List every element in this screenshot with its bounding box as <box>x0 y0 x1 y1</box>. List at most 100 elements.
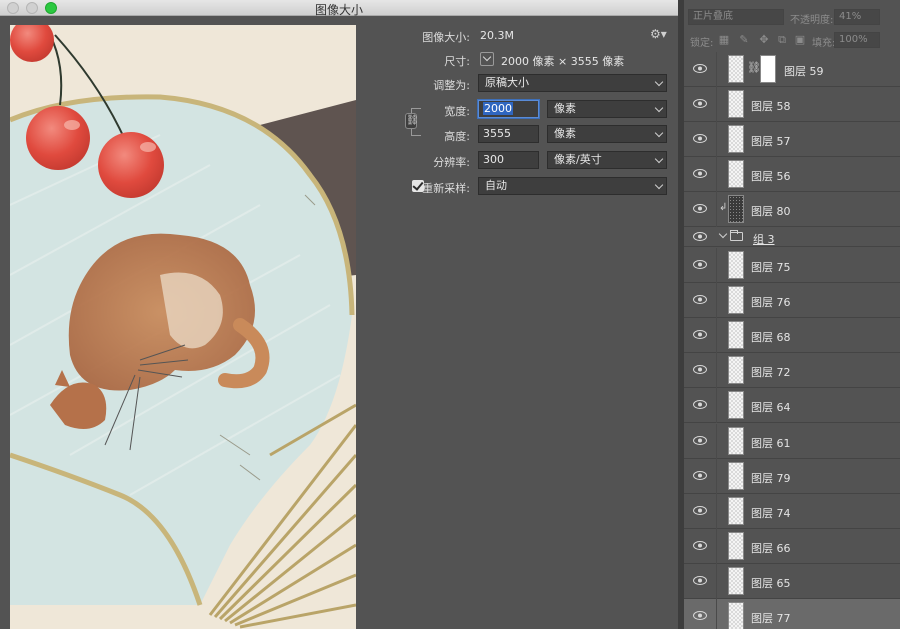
clipping-mask-icon: ↲ <box>719 202 728 213</box>
blend-mode-select[interactable]: 正片叠底 <box>688 9 784 25</box>
resolution-unit-select[interactable]: 像素/英寸 <box>547 151 667 169</box>
eye-icon[interactable] <box>693 64 707 73</box>
layer-row[interactable]: 图层 68 <box>684 318 900 354</box>
layer-thumbnail[interactable] <box>728 251 744 279</box>
layer-row[interactable]: 图层 65 <box>684 563 900 599</box>
layer-name: 图层 57 <box>751 135 791 148</box>
layer-thumbnail[interactable] <box>728 160 744 188</box>
layer-thumbnail[interactable] <box>728 125 744 153</box>
link-icon[interactable]: ⛓ <box>747 61 761 74</box>
fill-input[interactable]: 100% <box>834 32 880 48</box>
chevron-down-icon <box>654 154 664 164</box>
resample-select[interactable]: 自动 <box>478 177 667 195</box>
layer-name: 图层 80 <box>751 205 791 218</box>
width-value: 2000 <box>483 102 513 115</box>
blend-opacity-bar: 正片叠底 不透明度: 41% <box>684 6 900 28</box>
divider <box>716 493 717 529</box>
height-input[interactable]: 3555 <box>478 125 539 143</box>
divider <box>716 248 717 283</box>
eye-icon[interactable] <box>693 295 707 305</box>
eye-icon[interactable] <box>693 330 707 340</box>
chevron-down-icon[interactable] <box>718 229 728 239</box>
layer-row[interactable]: 图层 66 <box>684 528 900 564</box>
eye-icon[interactable] <box>693 540 707 550</box>
layer-group-row[interactable]: 组 3 <box>684 227 900 247</box>
layer-name: 图层 68 <box>751 331 791 345</box>
eye-icon[interactable] <box>693 260 707 269</box>
layer-name: 图层 76 <box>751 296 791 310</box>
layer-row[interactable]: 图层 57 <box>684 122 900 157</box>
layer-row[interactable]: 图层 72 <box>684 353 900 389</box>
layer-thumbnail[interactable] <box>728 566 744 595</box>
opacity-value: 41% <box>839 11 862 22</box>
layer-thumbnail[interactable] <box>728 391 744 420</box>
divider <box>716 528 717 564</box>
layer-row[interactable]: ↲ 图层 80 <box>684 192 900 227</box>
width-label: 宽度: <box>444 105 470 118</box>
lock-all-icon[interactable]: ▣ <box>794 34 806 46</box>
layer-thumbnail[interactable] <box>728 321 744 350</box>
divider <box>716 599 717 629</box>
layer-name: 图层 77 <box>751 612 791 625</box>
window-title: 图像大小 <box>314 3 363 17</box>
opacity-input[interactable]: 41% <box>834 9 880 25</box>
eye-icon[interactable] <box>693 365 707 375</box>
height-label: 高度: <box>444 130 470 143</box>
width-input[interactable]: 2000 <box>478 100 539 118</box>
width-unit-select[interactable]: 像素 <box>547 100 667 118</box>
lock-transparent-icon[interactable]: ▦ <box>718 34 730 46</box>
eye-icon[interactable] <box>693 400 707 410</box>
chevron-down-icon <box>654 103 664 113</box>
gear-icon[interactable]: ⚙▾ <box>650 27 667 41</box>
blend-mode-value: 正片叠底 <box>693 11 733 22</box>
layer-row[interactable]: 图层 58 <box>684 87 900 122</box>
resolution-value: 300 <box>483 153 504 166</box>
fit-to-select[interactable]: 原稿大小 <box>478 74 667 92</box>
layer-thumbnail[interactable] <box>728 286 744 315</box>
eye-icon[interactable] <box>693 470 707 480</box>
layer-thumbnail[interactable] <box>728 90 744 118</box>
eye-icon[interactable] <box>693 575 707 585</box>
layer-row[interactable]: 图层 79 <box>684 458 900 494</box>
dimensions-label: 尺寸: <box>444 55 470 68</box>
eye-icon[interactable] <box>693 169 707 178</box>
divider <box>716 353 717 389</box>
layer-name: 图层 75 <box>751 261 791 274</box>
layer-name: 图层 79 <box>751 471 791 485</box>
layer-thumbnail[interactable] <box>728 55 744 83</box>
layer-row[interactable]: 图层 74 <box>684 493 900 529</box>
layer-thumbnail[interactable] <box>728 426 744 455</box>
eye-icon[interactable] <box>693 435 707 445</box>
layer-row[interactable]: 图层 77 <box>684 599 900 629</box>
layer-name: 图层 58 <box>751 100 791 113</box>
eye-icon[interactable] <box>693 204 707 213</box>
image-preview[interactable] <box>10 25 356 629</box>
layer-row[interactable]: 图层 64 <box>684 388 900 424</box>
dimensions-unit-dropdown[interactable] <box>480 52 494 66</box>
eye-icon[interactable] <box>693 99 707 108</box>
eye-icon[interactable] <box>693 134 707 143</box>
lock-artboard-icon[interactable]: ⧉ <box>776 34 788 46</box>
layer-row[interactable]: 图层 56 <box>684 157 900 192</box>
layer-mask-thumbnail[interactable] <box>760 55 776 83</box>
layer-thumbnail[interactable] <box>728 195 744 223</box>
layer-row[interactable]: 图层 76 <box>684 283 900 319</box>
lock-pixels-icon[interactable]: ✎ <box>738 34 750 46</box>
layer-row[interactable]: ⛓ 图层 59 <box>684 52 900 87</box>
layer-row[interactable]: 图层 61 <box>684 423 900 459</box>
layer-row[interactable]: 图层 75 <box>684 248 900 283</box>
layer-thumbnail[interactable] <box>728 356 744 385</box>
title-bar: 图像大小 <box>0 0 678 17</box>
eye-icon[interactable] <box>693 232 707 241</box>
eye-icon[interactable] <box>693 505 707 515</box>
lock-position-icon[interactable]: ✥ <box>758 34 770 46</box>
height-unit-select[interactable]: 像素 <box>547 125 667 143</box>
layer-thumbnail[interactable] <box>728 602 744 629</box>
layer-thumbnail[interactable] <box>728 531 744 560</box>
resolution-input[interactable]: 300 <box>478 151 539 169</box>
eye-icon[interactable] <box>693 611 707 620</box>
layer-thumbnail[interactable] <box>728 461 744 490</box>
width-unit: 像素 <box>554 102 576 115</box>
layer-thumbnail[interactable] <box>728 496 744 525</box>
dimensions-value: 2000 像素 × 3555 像素 <box>501 55 625 68</box>
